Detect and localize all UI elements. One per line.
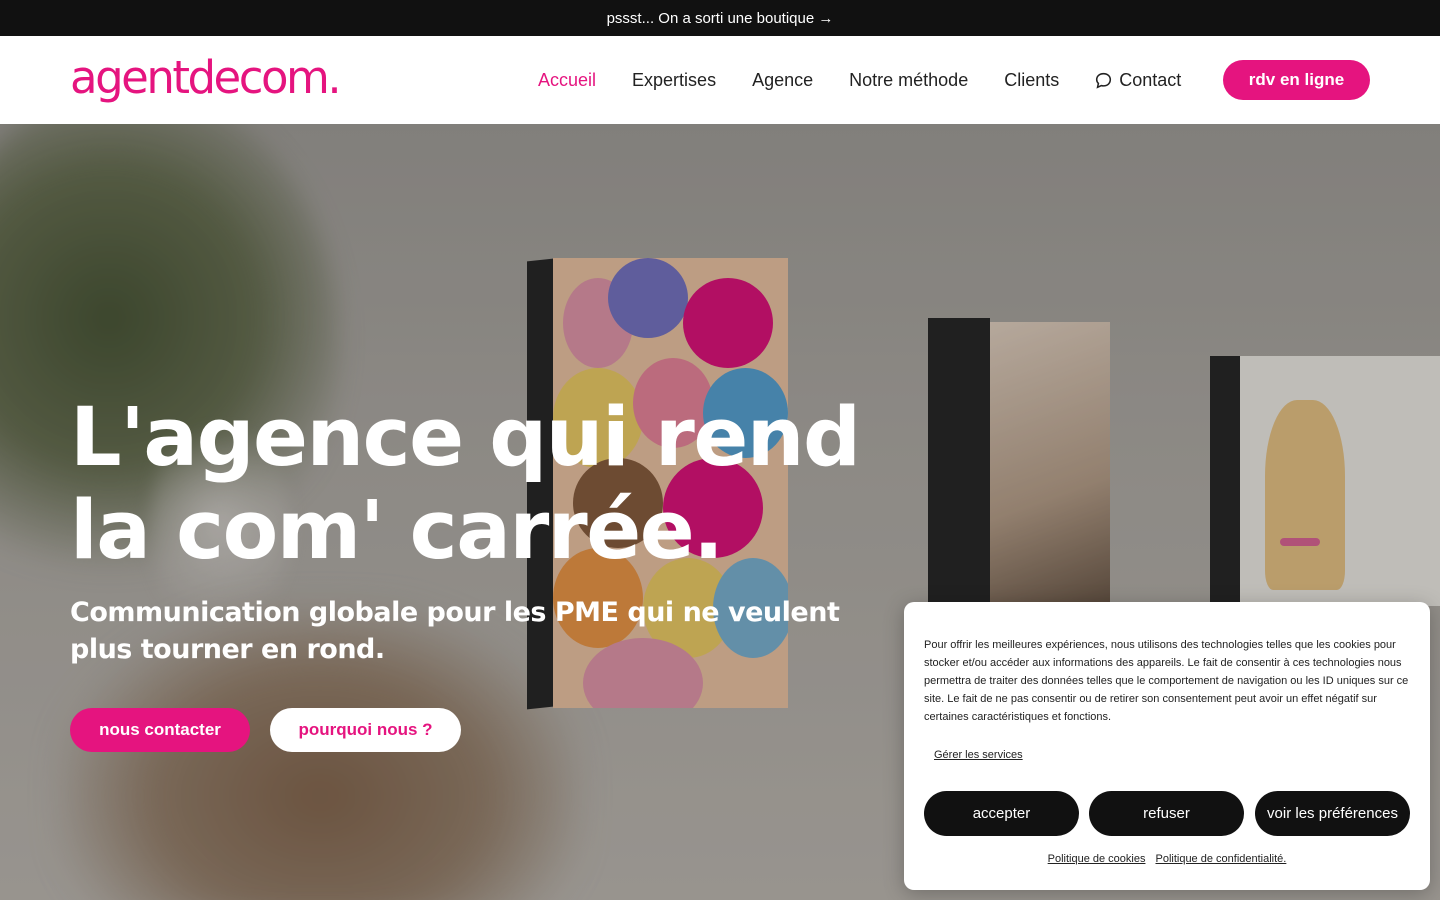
chat-icon bbox=[1096, 72, 1112, 89]
rdv-en-ligne-button[interactable]: rdv en ligne bbox=[1223, 60, 1370, 100]
cookie-policy-links: Politique de cookies Politique de confid… bbox=[904, 853, 1430, 865]
privacy-policy-link[interactable]: Politique de confidentialité. bbox=[1155, 853, 1286, 865]
nous-contacter-button[interactable]: nous contacter bbox=[70, 708, 250, 752]
cookie-consent-banner: Pour offrir les meilleures expériences, … bbox=[904, 602, 1430, 890]
nav-item-accueil[interactable]: Accueil bbox=[538, 70, 596, 91]
hero-title-line-2: la com' carrée. bbox=[70, 484, 724, 578]
nav-item-clients[interactable]: Clients bbox=[1004, 70, 1059, 91]
accept-cookies-button[interactable]: accepter bbox=[924, 791, 1079, 836]
cookie-policy-link[interactable]: Politique de cookies bbox=[1048, 853, 1146, 865]
manage-services-link[interactable]: Gérer les services bbox=[934, 749, 1023, 761]
nav-item-agence[interactable]: Agence bbox=[752, 70, 813, 91]
hero-title: L'agence qui rend la com' carrée. bbox=[70, 392, 900, 578]
main-nav: Accueil Expertises Agence Notre méthode … bbox=[538, 36, 1217, 124]
nav-item-contact-label: Contact bbox=[1119, 69, 1182, 90]
pourquoi-nous-button[interactable]: pourquoi nous ? bbox=[270, 708, 461, 752]
announcement-bar[interactable]: pssst... On a sorti une boutique → bbox=[0, 0, 1440, 36]
hero-subtitle: Communication globale pour les PME qui n… bbox=[70, 597, 840, 665]
hero-title-line-1: L'agence qui rend bbox=[70, 391, 861, 485]
cookie-consent-text: Pour offrir les meilleures expériences, … bbox=[924, 639, 1409, 723]
announcement-text[interactable]: pssst... On a sorti une boutique → bbox=[607, 10, 834, 27]
site-logo[interactable]: agentdecom. bbox=[70, 50, 342, 106]
refuse-cookies-button[interactable]: refuser bbox=[1089, 791, 1244, 836]
site-header: agentdecom. Accueil Expertises Agence No… bbox=[0, 36, 1440, 124]
view-preferences-button[interactable]: voir les préférences bbox=[1255, 791, 1410, 836]
nav-item-methode[interactable]: Notre méthode bbox=[849, 70, 968, 91]
nav-item-expertises[interactable]: Expertises bbox=[632, 70, 716, 91]
nav-item-contact[interactable]: Contact bbox=[1095, 70, 1181, 91]
